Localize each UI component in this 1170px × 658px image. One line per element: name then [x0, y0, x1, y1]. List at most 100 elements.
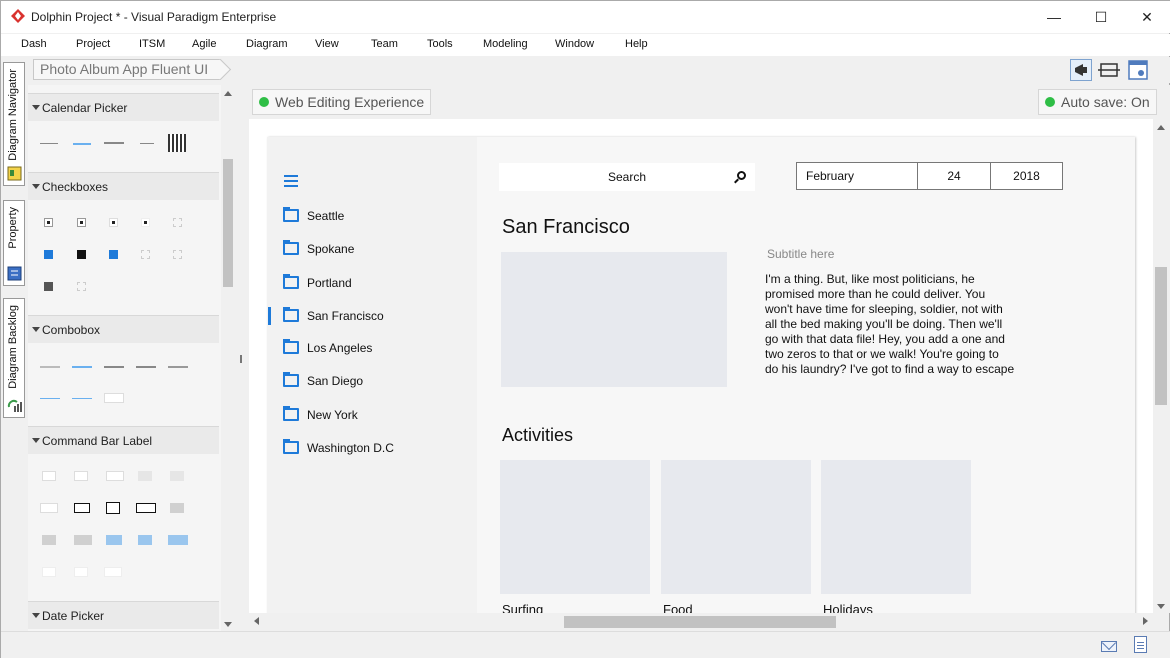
palette-item[interactable] — [42, 471, 56, 481]
palette-item[interactable] — [104, 366, 124, 368]
mail-icon[interactable] — [1101, 641, 1117, 652]
palette-item[interactable] — [136, 503, 156, 513]
palette-item[interactable] — [74, 567, 88, 577]
palette-item[interactable] — [73, 143, 91, 145]
palette-section-combobox[interactable]: Combobox — [28, 315, 219, 343]
date-year-field[interactable]: 2018 — [990, 162, 1063, 190]
menu-team[interactable]: Team — [371, 38, 398, 50]
nav-item-portland[interactable]: Portland — [283, 274, 463, 294]
fit-width-icon[interactable] — [1098, 59, 1120, 81]
palette-item[interactable] — [44, 218, 53, 227]
nav-item-new-york[interactable]: New York — [283, 406, 463, 426]
palette-item[interactable] — [168, 134, 186, 152]
nav-item-san-diego[interactable]: San Diego — [283, 372, 463, 392]
scroll-down-icon[interactable] — [224, 622, 232, 627]
palette-item[interactable] — [109, 250, 118, 259]
palette-item[interactable] — [109, 218, 118, 227]
palette-item[interactable] — [44, 282, 53, 291]
tab-property[interactable]: Property — [3, 200, 25, 286]
menu-project[interactable]: Project — [76, 38, 110, 50]
palette-item[interactable] — [106, 535, 122, 545]
canvas-horizontal-scrollbar[interactable] — [249, 613, 1153, 630]
maximize-button[interactable]: ☐ — [1078, 1, 1124, 33]
activity-card-holidays[interactable] — [821, 460, 971, 594]
palette-item[interactable] — [74, 471, 88, 481]
palette-item[interactable] — [173, 250, 182, 259]
palette-item[interactable] — [42, 535, 56, 545]
scroll-left-icon[interactable] — [254, 617, 259, 625]
palette-item[interactable] — [170, 471, 184, 481]
palette-item[interactable] — [40, 366, 60, 368]
palette-item[interactable] — [168, 366, 188, 368]
hamburger-menu-icon[interactable] — [284, 175, 298, 187]
notes-icon[interactable] — [1134, 636, 1147, 653]
palette-section-calendar-picker[interactable]: Calendar Picker — [28, 93, 219, 121]
autosave-indicator[interactable]: Auto save: On — [1038, 89, 1157, 115]
scroll-down-icon[interactable] — [1157, 604, 1165, 609]
palette-item[interactable] — [40, 503, 58, 513]
scroll-up-icon[interactable] — [224, 91, 232, 96]
palette-item[interactable] — [74, 535, 92, 545]
date-day-field[interactable]: 24 — [917, 162, 991, 190]
palette-item[interactable] — [77, 250, 86, 259]
palette-item[interactable] — [104, 142, 124, 144]
close-button[interactable]: ✕ — [1124, 1, 1170, 33]
tab-diagram-navigator[interactable]: Diagram Navigator — [3, 62, 25, 186]
palette-item[interactable] — [77, 282, 86, 291]
palette-item[interactable] — [72, 398, 92, 399]
palette-item[interactable] — [77, 218, 86, 227]
scroll-right-icon[interactable] — [1143, 617, 1148, 625]
palette-scroll-thumb[interactable] — [223, 159, 233, 287]
palette-item[interactable] — [106, 471, 124, 481]
activity-card-surfing[interactable] — [500, 460, 650, 594]
diagram-tab[interactable]: Web Editing Experience — [252, 89, 432, 115]
menu-view[interactable]: View — [315, 38, 339, 50]
diagram-canvas[interactable]: Seattle Spokane Portland San Francisco L… — [249, 119, 1153, 613]
date-month-field[interactable]: February — [796, 162, 918, 190]
layout-panel-icon[interactable] — [1127, 59, 1149, 81]
megaphone-icon[interactable] — [1070, 59, 1092, 81]
nav-item-washington-dc[interactable]: Washington D.C — [283, 439, 463, 459]
nav-item-los-angeles[interactable]: Los Angeles — [283, 339, 463, 359]
canvas-vertical-scrollbar[interactable] — [1153, 119, 1170, 613]
menu-agile[interactable]: Agile — [192, 38, 216, 50]
palette-section-date-picker[interactable]: Date Picker — [28, 601, 219, 629]
palette-item[interactable] — [104, 567, 122, 577]
palette-item[interactable] — [140, 143, 154, 144]
canvas-horizontal-thumb[interactable] — [564, 616, 836, 628]
palette-item[interactable] — [170, 503, 184, 513]
palette-item[interactable] — [138, 471, 152, 481]
palette-item[interactable] — [104, 393, 124, 403]
palette-item[interactable] — [141, 218, 150, 227]
palette-item[interactable] — [141, 250, 150, 259]
palette-item[interactable] — [168, 535, 188, 545]
palette-item[interactable] — [44, 250, 53, 259]
tab-diagram-backlog[interactable]: Diagram Backlog — [3, 298, 25, 418]
menu-help[interactable]: Help — [625, 38, 648, 50]
palette-item[interactable] — [106, 502, 120, 514]
palette-item[interactable] — [42, 567, 56, 577]
palette-scrollbar[interactable] — [221, 85, 234, 631]
menu-itsm[interactable]: ITSM — [139, 38, 165, 50]
menu-tools[interactable]: Tools — [427, 38, 453, 50]
palette-item[interactable] — [72, 366, 92, 368]
mockup-search-box[interactable]: Search — [499, 163, 755, 191]
minimize-button[interactable]: — — [1031, 1, 1077, 33]
palette-section-command-bar-label[interactable]: Command Bar Label — [28, 426, 219, 454]
menu-dash[interactable]: Dash — [21, 38, 47, 50]
palette-item[interactable] — [40, 398, 60, 399]
search-icon[interactable] — [737, 171, 746, 180]
panel-splitter[interactable] — [234, 85, 248, 631]
palette-item[interactable] — [173, 218, 182, 227]
palette-item[interactable] — [40, 143, 58, 144]
canvas-vertical-thumb[interactable] — [1155, 267, 1167, 405]
menu-modeling[interactable]: Modeling — [483, 38, 528, 50]
palette-section-checkboxes[interactable]: Checkboxes — [28, 172, 219, 200]
nav-item-seattle[interactable]: Seattle — [283, 207, 463, 227]
nav-item-san-francisco[interactable]: San Francisco — [283, 307, 463, 327]
activity-card-food[interactable] — [661, 460, 811, 594]
menu-diagram[interactable]: Diagram — [246, 38, 288, 50]
palette-item[interactable] — [138, 535, 152, 545]
palette-item[interactable] — [136, 366, 156, 368]
palette-item[interactable] — [74, 503, 90, 513]
